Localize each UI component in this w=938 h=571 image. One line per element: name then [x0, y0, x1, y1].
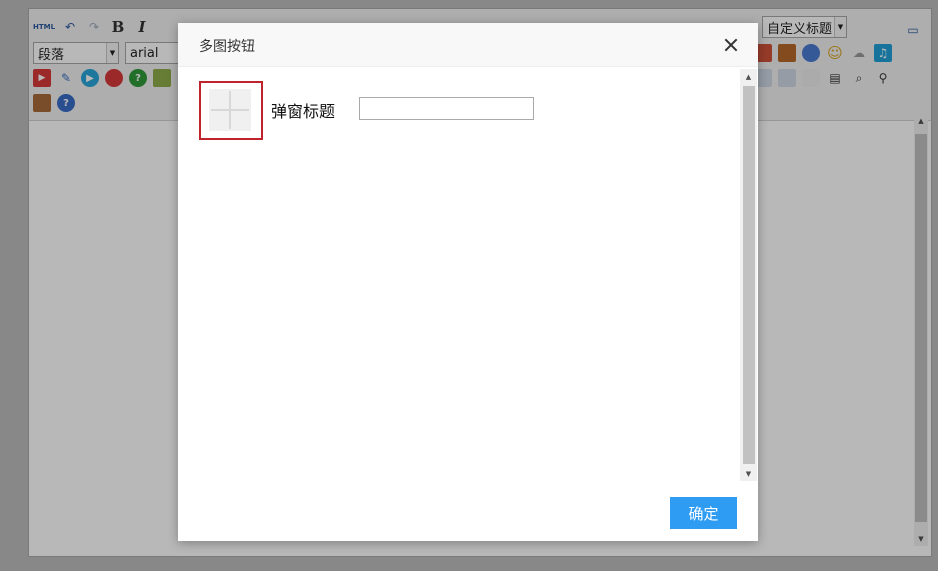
- close-icon[interactable]: [720, 34, 742, 56]
- dialog-title: 多图按钮: [199, 39, 255, 55]
- add-image-button[interactable]: [199, 81, 263, 140]
- dialog-body: 弹窗标题 ▲ ▼: [178, 67, 758, 481]
- dialog-header: 多图按钮: [178, 23, 758, 67]
- popup-title-label: 弹窗标题: [271, 102, 336, 121]
- scroll-down-icon[interactable]: ▼: [740, 466, 757, 481]
- scroll-up-icon[interactable]: ▲: [740, 69, 757, 84]
- popup-title-input[interactable]: [359, 97, 534, 120]
- dialog-scrollbar[interactable]: ▲ ▼: [740, 69, 757, 481]
- plus-icon: [209, 89, 251, 131]
- dialog-scrollbar-thumb[interactable]: [743, 86, 755, 464]
- multi-image-dialog: 多图按钮 弹窗标题 ▲ ▼ 确定: [178, 23, 758, 541]
- ok-button[interactable]: 确定: [670, 497, 737, 529]
